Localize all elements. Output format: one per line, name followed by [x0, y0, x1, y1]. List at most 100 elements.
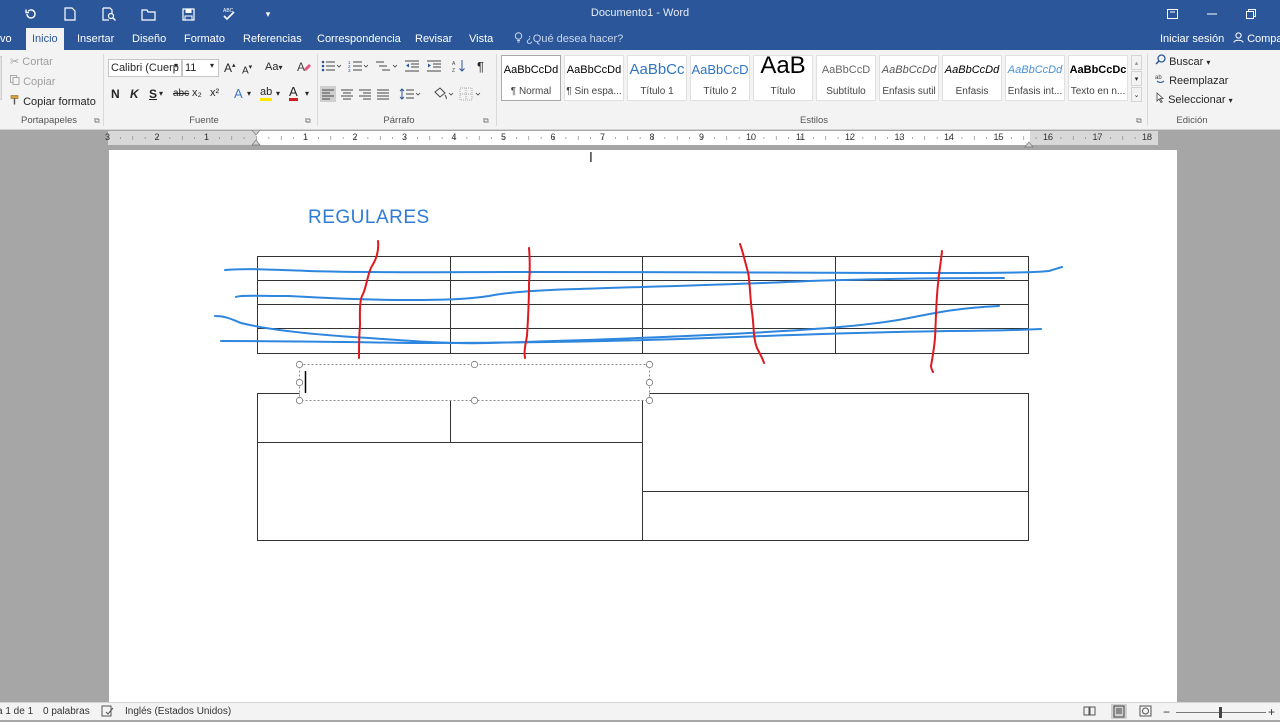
subscript-button[interactable]: x₂	[192, 87, 202, 99]
select-button[interactable]: Seleccionar ▾	[1155, 92, 1233, 106]
style-heading-1[interactable]: AaBbCc Título 1	[627, 55, 687, 101]
font-color-button[interactable]: A	[289, 85, 298, 101]
styles-scroll-down-icon[interactable]: ▾	[1131, 71, 1142, 86]
tell-me-search[interactable]: ¿Qué desea hacer?	[508, 28, 629, 50]
text-effects-dropdown-icon[interactable]: ▾	[247, 89, 251, 98]
decrease-indent-icon[interactable]	[405, 60, 419, 75]
text-effects-button[interactable]: A	[234, 86, 243, 101]
grow-font-button[interactable]: A▴	[224, 61, 236, 75]
clear-formatting-icon[interactable]: A	[297, 60, 311, 77]
paragraph-dialog-launcher-icon[interactable]: ⧉	[483, 116, 489, 126]
shrink-font-button[interactable]: A▾	[242, 63, 252, 76]
cut-button[interactable]: ✂ Cortar	[10, 55, 53, 68]
style-sample: AaBbCcD	[821, 64, 871, 76]
read-mode-icon[interactable]	[1083, 705, 1096, 720]
zoom-slider-thumb[interactable]	[1219, 707, 1222, 718]
tab-format[interactable]: Formato	[178, 28, 231, 50]
bold-button[interactable]: N	[111, 87, 120, 101]
tab-file[interactable]: vo	[0, 28, 18, 50]
sign-in-link[interactable]: Iniciar sesión	[1154, 28, 1230, 50]
align-left-icon[interactable]	[320, 86, 336, 102]
find-button[interactable]: Buscar ▾	[1155, 54, 1210, 68]
print-layout-icon[interactable]	[1111, 704, 1127, 719]
style-subtle-emphasis[interactable]: AaBbCcDd Énfasis sutil	[879, 55, 939, 101]
tab-references[interactable]: Referencias	[237, 28, 308, 50]
document-page[interactable]: REGULARES	[109, 150, 1177, 702]
style-no-spacing[interactable]: AaBbCcDd ¶ Sin espa...	[564, 55, 624, 101]
show-formatting-marks-button[interactable]: ¶	[477, 59, 484, 74]
page-count[interactable]: a 1 de 1	[0, 706, 33, 717]
replace-button[interactable]: ab Reemplazar	[1155, 73, 1228, 87]
clipboard-dialog-launcher-icon[interactable]: ⧉	[94, 116, 100, 126]
font-name-dropdown-icon[interactable]: ▾	[174, 61, 178, 70]
style-heading-2[interactable]: AaBbCcD Título 2	[690, 55, 750, 101]
align-right-icon[interactable]	[357, 86, 373, 105]
tab-review[interactable]: Revisar	[409, 28, 458, 50]
tab-home[interactable]: Inicio	[26, 28, 64, 50]
share-button[interactable]: Compa	[1227, 28, 1280, 50]
resize-handle[interactable]	[645, 378, 654, 387]
justify-icon[interactable]	[375, 86, 391, 105]
increase-indent-icon[interactable]	[427, 60, 441, 75]
horizontal-ruler[interactable]: 3 2 1 1 2 3 4 5 6 7 8 9 10 11 12 13 14 15 16 17 18	[0, 129, 1280, 148]
tab-mailings[interactable]: Correspondencia	[311, 28, 407, 50]
italic-button[interactable]: K	[130, 87, 139, 101]
style-sample: AaBbCcD	[691, 62, 749, 77]
language-indicator[interactable]: Inglés (Estados Unidos)	[125, 706, 231, 717]
minimize-icon[interactable]	[1202, 4, 1222, 24]
style-intense-emphasis[interactable]: AaBbCcDd Énfasis int...	[1005, 55, 1065, 101]
line-spacing-icon[interactable]	[399, 86, 421, 105]
resize-handle[interactable]	[470, 396, 479, 405]
restore-icon[interactable]	[1241, 4, 1261, 24]
bullets-icon[interactable]	[321, 60, 342, 75]
sort-icon[interactable]: AZ	[452, 59, 466, 76]
styles-scroll-up-icon[interactable]: ▴	[1131, 55, 1142, 70]
resize-handle[interactable]	[645, 360, 654, 369]
web-layout-icon[interactable]	[1139, 705, 1152, 720]
highlight-button[interactable]: ab	[260, 86, 273, 101]
superscript-button[interactable]: x²	[210, 87, 219, 99]
style-strong[interactable]: AaBbCcDc Texto en n...	[1068, 55, 1128, 101]
shading-icon[interactable]	[432, 86, 454, 105]
styles-dialog-launcher-icon[interactable]: ⧉	[1136, 116, 1142, 126]
tab-insert[interactable]: Insertar	[71, 28, 120, 50]
tab-design[interactable]: Diseño	[126, 28, 172, 50]
style-title[interactable]: AaB Título	[753, 55, 813, 101]
resize-handle[interactable]	[470, 360, 479, 369]
lower-table[interactable]	[257, 393, 1029, 541]
copy-button[interactable]: Copiar	[10, 75, 55, 88]
resize-handle[interactable]	[295, 360, 304, 369]
selected-text-box[interactable]	[295, 360, 654, 405]
multilevel-list-icon[interactable]	[375, 60, 398, 75]
format-painter-button[interactable]: Copiar formato	[10, 95, 96, 108]
style-subtitle[interactable]: AaBbCcD Subtítulo	[816, 55, 876, 101]
styles-more-icon[interactable]: ⌄	[1131, 87, 1142, 102]
font-dialog-launcher-icon[interactable]: ⧉	[305, 116, 311, 126]
font-color-dropdown-icon[interactable]: ▾	[305, 89, 309, 98]
resize-handle[interactable]	[295, 396, 304, 405]
tab-view[interactable]: Vista	[463, 28, 499, 50]
style-sample: AaBbCcDc	[1069, 64, 1127, 76]
numbering-icon[interactable]: 123	[348, 60, 369, 75]
align-center-icon[interactable]	[339, 86, 355, 105]
grow-font-label: A	[224, 61, 233, 75]
paste-button[interactable]	[0, 56, 2, 100]
change-case-button[interactable]: Aa▾	[265, 61, 282, 73]
resize-handle[interactable]	[295, 378, 304, 387]
font-size-dropdown-icon[interactable]: ▾	[210, 61, 214, 70]
proofing-icon[interactable]	[101, 705, 114, 720]
ribbon-display-options-icon[interactable]	[1162, 4, 1182, 24]
underline-button[interactable]: S	[149, 87, 157, 101]
word-count[interactable]: 0 palabras	[43, 706, 90, 717]
first-line-indent-marker-icon[interactable]	[251, 129, 261, 151]
style-normal[interactable]: AaBbCcDd ¶ Normal	[501, 55, 561, 101]
zoom-out-button[interactable]: −	[1163, 705, 1170, 719]
font-name-box[interactable]: Calibri (Cuerp	[108, 59, 182, 77]
underline-dropdown-icon[interactable]: ▾	[159, 89, 163, 98]
strikethrough-button[interactable]: abc	[173, 88, 189, 99]
resize-handle[interactable]	[645, 396, 654, 405]
zoom-in-button[interactable]: +	[1268, 705, 1275, 719]
style-emphasis[interactable]: AaBbCcDd Énfasis	[942, 55, 1002, 101]
borders-icon[interactable]	[459, 86, 481, 105]
highlight-dropdown-icon[interactable]: ▾	[276, 89, 280, 98]
